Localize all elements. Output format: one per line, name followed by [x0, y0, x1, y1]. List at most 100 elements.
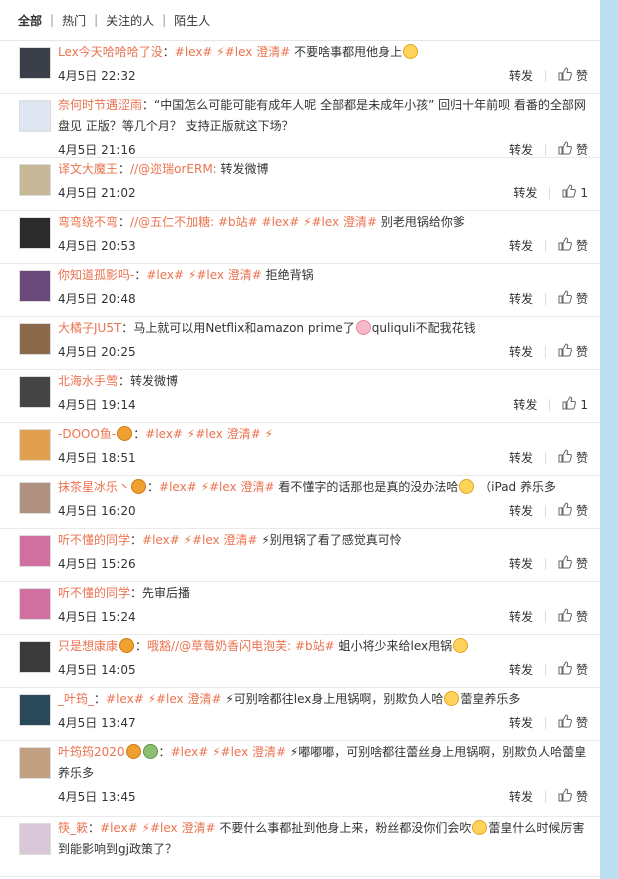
like-button[interactable]: 赞 [558, 788, 588, 805]
avatar[interactable] [19, 100, 51, 132]
username-link[interactable]: 北海水手莺 [58, 374, 118, 388]
avatar[interactable] [19, 323, 51, 355]
avatar[interactable] [19, 376, 51, 408]
repost-button[interactable]: 转发 [513, 396, 537, 413]
username-link[interactable]: 筷_簌 [58, 821, 88, 835]
hashtag-link[interactable]: ⚡#lex 澄清# [184, 533, 262, 547]
username-link[interactable]: 听不懂的同学 [58, 586, 130, 600]
hashtag-link[interactable]: ⚡#lex 澄清# [303, 215, 381, 229]
like-button[interactable]: 赞 [558, 502, 588, 519]
avatar[interactable] [19, 694, 51, 726]
tab-strangers[interactable]: 陌生人 [174, 12, 210, 29]
avatar[interactable] [19, 535, 51, 567]
hashtag-link[interactable]: #b站# [218, 215, 262, 229]
repost-button[interactable]: 转发 [509, 502, 533, 519]
hashtag-link[interactable]: #lex# [159, 480, 201, 494]
username-link[interactable]: 听不懂的同学 [58, 533, 130, 547]
hashtag-link[interactable]: #lex# [262, 215, 304, 229]
username-link[interactable]: 抹茶星冰乐丶 [58, 480, 130, 494]
username-link[interactable]: 译文大魔王 [58, 162, 118, 176]
repost-button[interactable]: 转发 [509, 449, 533, 466]
badge-green-icon [142, 744, 158, 759]
avatar[interactable] [19, 641, 51, 673]
like-button[interactable]: 赞 [558, 237, 588, 254]
like-count: 赞 [575, 345, 588, 359]
hashtag-link[interactable]: #lex# [142, 533, 184, 547]
avatar[interactable] [19, 823, 51, 855]
username-link[interactable]: 你知道孤影吗- [58, 268, 134, 282]
hashtag-link[interactable]: ⚡#lex 澄清# [201, 480, 279, 494]
like-button[interactable]: 赞 [558, 141, 588, 158]
avatar[interactable] [19, 270, 51, 302]
repost-button[interactable]: 转发 [513, 184, 537, 201]
hashtag-link[interactable]: #lex# [106, 692, 148, 706]
hashtag-link[interactable]: ⚡#lex 澄清# [148, 692, 226, 706]
tab-hot[interactable]: 热门 [62, 12, 86, 29]
repost-button[interactable]: 转发 [509, 714, 533, 731]
repost-button[interactable]: 转发 [509, 343, 533, 360]
username-link[interactable]: Lex今天哈哈哈了没 [58, 45, 163, 59]
hashtag-link[interactable]: #lex# [175, 45, 217, 59]
hashtag-link[interactable]: 哦豁//@草莓奶香闪电泡芙: [147, 639, 295, 653]
username-link[interactable]: 大橘子JU5T [58, 321, 121, 335]
tab-all[interactable]: 全部 [18, 12, 42, 29]
avatar[interactable] [19, 588, 51, 620]
username-link[interactable]: 只是想康康 [58, 639, 118, 653]
smile-emoji-icon [472, 820, 488, 835]
like-button[interactable]: 1 [562, 396, 588, 413]
repost-button[interactable]: 转发 [509, 237, 533, 254]
hashtag-link[interactable]: ⚡#lex 澄清# [142, 821, 220, 835]
thumbs-up-icon [558, 237, 576, 254]
like-button[interactable]: 1 [562, 184, 588, 201]
hashtag-link[interactable]: #lex# [171, 745, 213, 759]
repost-button[interactable]: 转发 [509, 290, 533, 307]
hashtag-link[interactable]: ⚡#lex 澄清# [188, 268, 266, 282]
colon: ： [118, 374, 131, 388]
avatar[interactable] [19, 47, 51, 79]
username-link[interactable]: 弯弯绕不弯 [58, 215, 118, 229]
repost-button[interactable]: 转发 [509, 555, 533, 572]
avatar[interactable] [19, 164, 51, 196]
avatar[interactable] [19, 747, 51, 779]
like-button[interactable]: 赞 [558, 290, 588, 307]
repost-button[interactable]: 转发 [509, 661, 533, 678]
like-button[interactable]: 赞 [558, 343, 588, 360]
like-count: 赞 [575, 292, 588, 306]
comment-text: 译文大魔王：//@迩瑞orERM: 转发微博 [58, 159, 588, 180]
like-button[interactable]: 赞 [558, 67, 588, 84]
repost-button[interactable]: 转发 [509, 608, 533, 625]
like-button[interactable]: 赞 [558, 714, 588, 731]
username-link[interactable]: 奈何时节遇涩雨 [58, 98, 142, 112]
hashtag-link[interactable]: #lex# [146, 268, 188, 282]
username-link[interactable]: -DOOO鱼- [58, 427, 116, 441]
hashtag-link[interactable]: #lex# [145, 427, 187, 441]
hashtag-link[interactable]: #b站# [295, 639, 339, 653]
smile-emoji-icon [444, 691, 460, 706]
hashtag-link[interactable]: #lex# [100, 821, 142, 835]
hashtag-link[interactable]: ⚡#lex 澄清# [216, 45, 294, 59]
username-link[interactable]: _叶筠_ [58, 692, 94, 706]
like-button[interactable]: 赞 [558, 449, 588, 466]
username-link[interactable]: 叶筠筠2020 [58, 745, 125, 759]
avatar[interactable] [19, 429, 51, 461]
comment-item: 译文大魔王：//@迩瑞orERM: 转发微博 4月5日 21:02 转发 1 [0, 158, 600, 211]
repost-button[interactable]: 转发 [509, 788, 533, 805]
hashtag-link[interactable]: //@迩瑞orERM: [130, 162, 221, 176]
like-button[interactable]: 赞 [558, 608, 588, 625]
hashtag-link[interactable]: //@五仁不加糖: [130, 215, 218, 229]
repost-button[interactable]: 转发 [509, 67, 533, 84]
hashtag-link[interactable]: ⚡#lex 澄清# [187, 427, 265, 441]
like-button[interactable]: 赞 [558, 661, 588, 678]
like-button[interactable]: 赞 [558, 555, 588, 572]
comment-text: 叶筠筠2020 ：#lex# ⚡#lex 澄清# ⚡嘟嘟嘟，可别啥都往蕾丝身上甩锅… [58, 742, 588, 784]
avatar[interactable] [19, 217, 51, 249]
timestamp: 4月5日 21:02 [58, 186, 136, 200]
tab-following[interactable]: 关注的人 [106, 12, 154, 29]
repost-button[interactable]: 转发 [509, 141, 533, 158]
hashtag-link[interactable]: ⚡#lex 澄清# [212, 745, 290, 759]
action-divider [544, 292, 546, 305]
like-count: 赞 [575, 790, 588, 804]
comment-actions: 转发 赞 [509, 237, 588, 254]
avatar[interactable] [19, 482, 51, 514]
hashtag-link[interactable]: ⚡ [265, 427, 273, 441]
